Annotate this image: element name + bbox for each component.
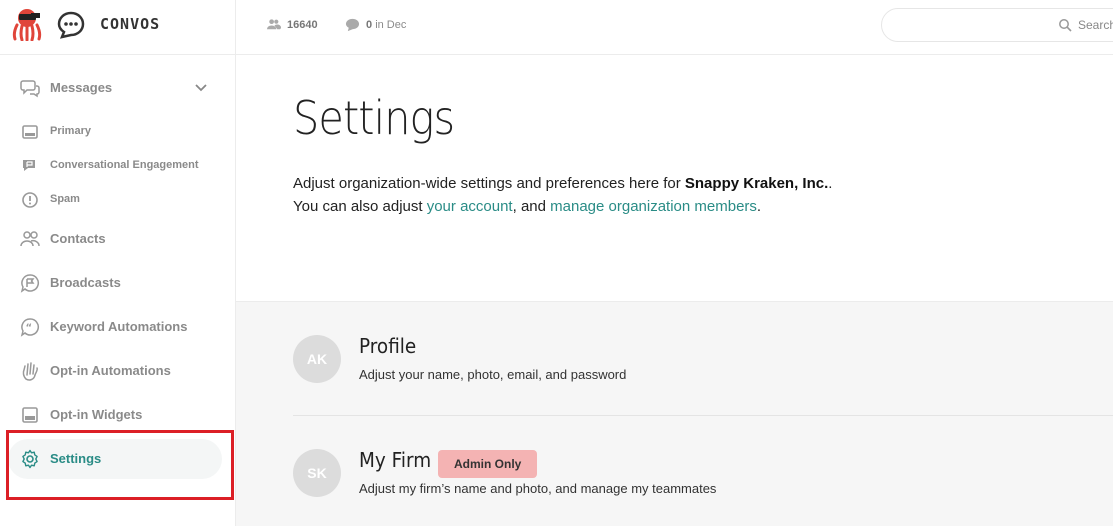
manage-members-link[interactable]: manage organization members	[550, 198, 757, 215]
sidebar-item-label: Opt-in Widgets	[50, 407, 143, 422]
widget-icon	[22, 407, 38, 423]
alert-circle-icon	[22, 192, 38, 208]
people-icon	[266, 19, 281, 30]
brand-header: CONVOS	[0, 0, 236, 55]
wave-hand-icon	[22, 362, 38, 381]
row-title: My Firm	[359, 448, 432, 472]
speech-bubble-icon	[345, 18, 360, 32]
intro-text: Adjust organization-wide settings and pr…	[293, 175, 833, 215]
chat-flag-icon	[23, 160, 35, 171]
contacts-stat[interactable]: 16640	[266, 17, 318, 32]
sidebar-item-label: Spam	[50, 193, 80, 205]
sidebar-item-conversational-engagement[interactable]: Conversational Engagement	[8, 151, 222, 181]
chat-bubbles-icon	[20, 80, 40, 98]
admin-only-badge: Admin Only	[438, 450, 538, 478]
settings-list: AK Profile Adjust your name, photo, emai…	[236, 301, 1113, 526]
page-title: Settings	[293, 91, 455, 145]
settings-row-profile[interactable]: AK Profile Adjust your name, photo, emai…	[293, 302, 1113, 416]
quote-bubble-icon: “	[20, 318, 40, 337]
broadcast-flag-icon	[20, 274, 40, 293]
your-account-link[interactable]: your account	[427, 198, 513, 215]
row-description: Adjust my firm’s name and photo, and man…	[359, 481, 717, 496]
messages-suffix: in Dec	[375, 18, 407, 31]
org-name: Snappy Kraken, Inc.	[684, 175, 829, 192]
messages-count: 0	[366, 18, 373, 31]
main-content: Settings Adjust organization-wide settin…	[236, 55, 1113, 526]
sidebar-item-keyword-automations[interactable]: “ Keyword Automations	[8, 307, 222, 347]
brand-name: CONVOS	[100, 15, 161, 33]
sidebar-item-contacts[interactable]: Contacts	[8, 219, 222, 259]
row-title: Profile	[359, 334, 417, 358]
sidebar-item-label: Keyword Automations	[50, 319, 188, 334]
chevron-down-icon[interactable]	[194, 81, 208, 95]
chat-logo-icon	[57, 11, 85, 39]
sidebar-item-messages[interactable]: Messages	[8, 68, 222, 108]
search-box[interactable]	[881, 8, 1113, 42]
kraken-logo-icon[interactable]	[11, 7, 43, 41]
inbox-icon	[22, 125, 38, 139]
sidebar-item-opt-in-automations[interactable]: Opt-in Automations	[8, 351, 222, 391]
svg-text:“: “	[26, 323, 33, 334]
selection-highlight-box	[6, 430, 234, 500]
sidebar: CONVOS Messages Primary Conversational E…	[0, 0, 236, 526]
sidebar-item-label: Opt-in Automations	[50, 363, 171, 378]
search-input[interactable]	[1078, 15, 1113, 35]
sidebar-item-primary[interactable]: Primary	[8, 117, 222, 147]
top-bar: 16640 0 in Dec	[236, 0, 1113, 55]
sidebar-item-label: Broadcasts	[50, 275, 121, 290]
messages-stat[interactable]: 0 in Dec	[345, 17, 406, 32]
settings-row-my-firm[interactable]: SK My Firm Admin Only Adjust my firm’s n…	[293, 416, 1113, 526]
sidebar-item-opt-in-widgets[interactable]: Opt-in Widgets	[8, 395, 222, 435]
sidebar-item-spam[interactable]: Spam	[8, 185, 222, 215]
sidebar-item-broadcasts[interactable]: Broadcasts	[8, 263, 222, 303]
people-icon	[20, 231, 40, 247]
row-description: Adjust your name, photo, email, and pass…	[359, 367, 627, 382]
avatar: AK	[293, 335, 341, 383]
sidebar-item-label: Contacts	[50, 231, 106, 246]
search-icon	[1059, 19, 1072, 32]
avatar: SK	[293, 449, 341, 497]
sidebar-item-label: Primary	[50, 125, 91, 137]
sidebar-item-label: Messages	[50, 80, 113, 95]
contacts-count: 16640	[287, 18, 318, 31]
sidebar-item-label: Conversational Engagement	[50, 159, 199, 171]
